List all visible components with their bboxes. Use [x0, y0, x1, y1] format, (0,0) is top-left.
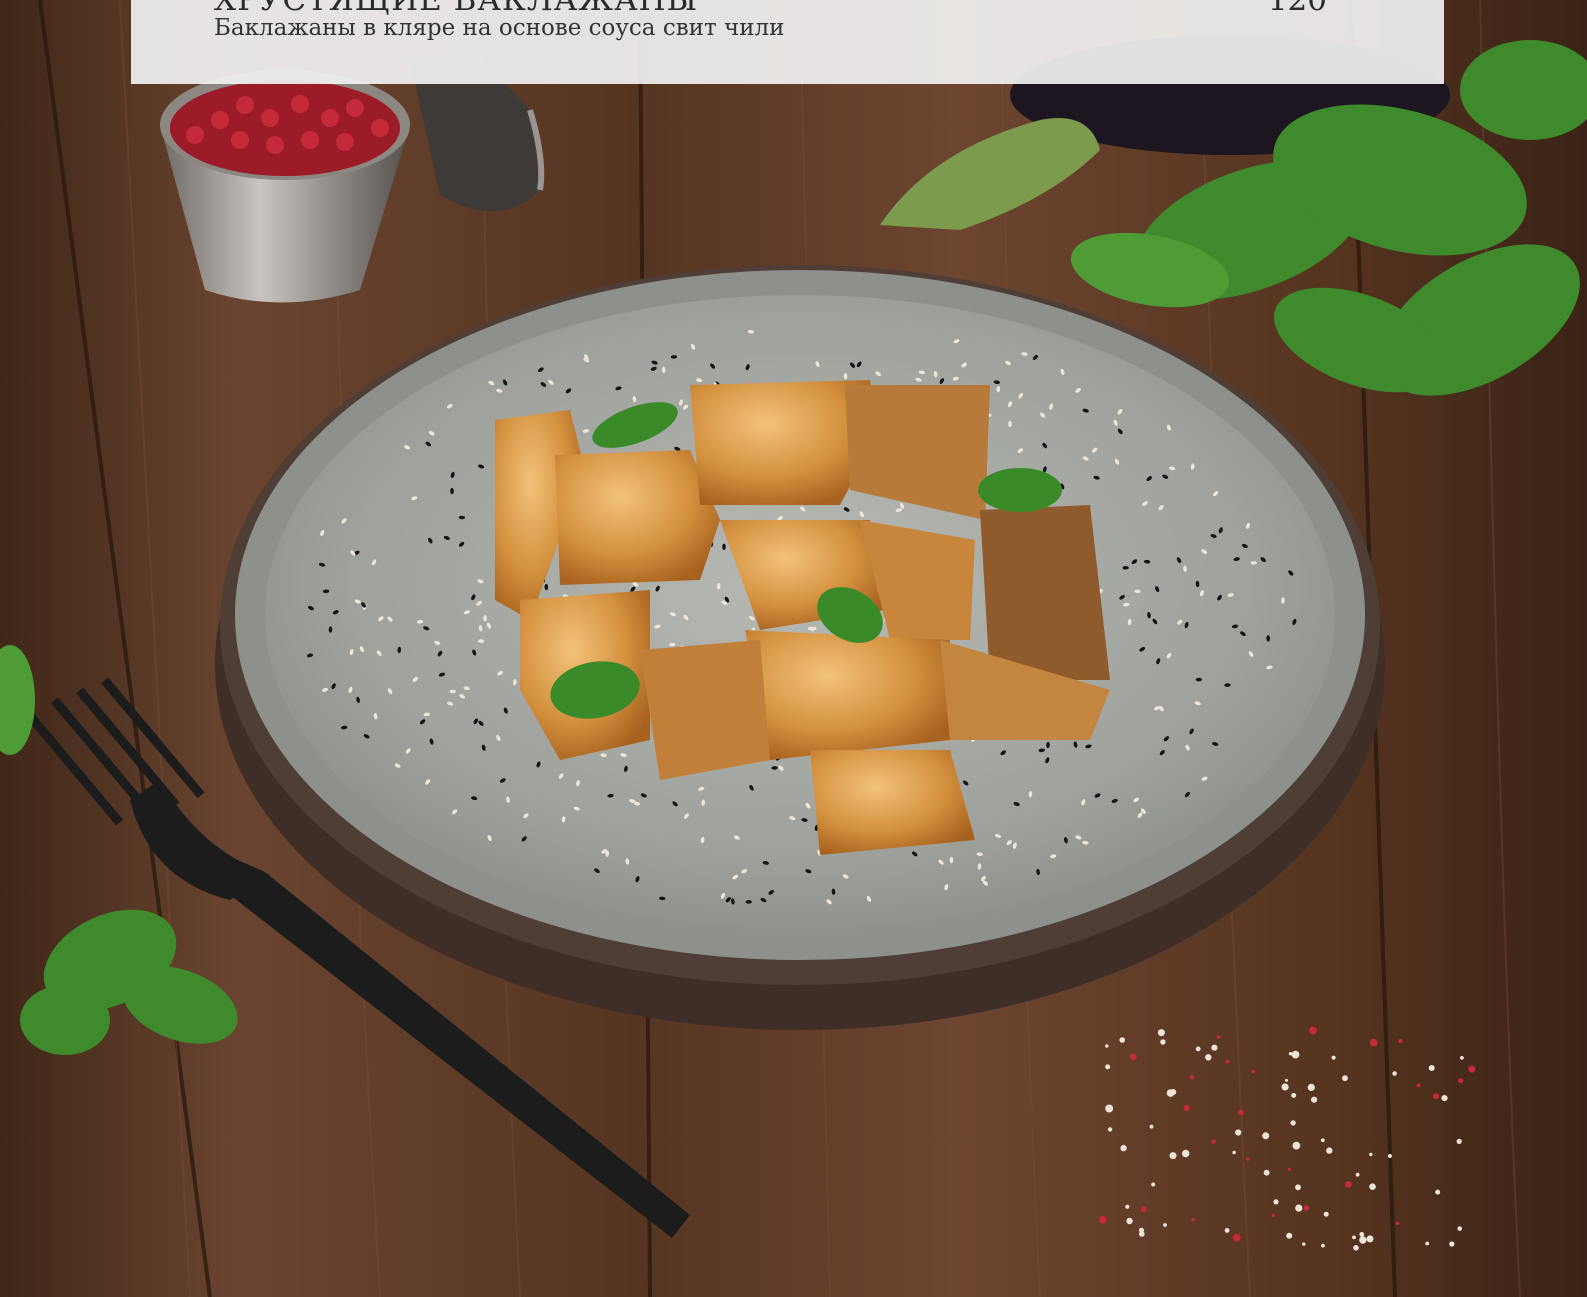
spice-grain	[1352, 1235, 1356, 1240]
spice-grain	[1288, 1052, 1293, 1056]
spice-grain	[1395, 1221, 1400, 1225]
spice-grain	[1170, 1089, 1177, 1096]
spice-grain	[1139, 1227, 1144, 1233]
spice-grain	[1457, 1226, 1462, 1231]
spice-grain	[1425, 1241, 1430, 1246]
spice-grain	[1191, 1218, 1195, 1222]
spice-grain	[1369, 1183, 1376, 1190]
spice-grain	[1291, 1050, 1300, 1059]
spice-grain	[1120, 1144, 1127, 1152]
spice-grain	[1353, 1245, 1359, 1251]
spice-grain	[1458, 1078, 1464, 1084]
spice-grain	[1326, 1147, 1333, 1154]
spice-grain	[1366, 1235, 1374, 1243]
spice-grain	[1232, 1150, 1236, 1155]
spice-grain	[1468, 1065, 1476, 1073]
spice-grain	[1281, 1083, 1289, 1091]
spice-grain	[1183, 1104, 1190, 1111]
spice-grain	[1392, 1071, 1397, 1076]
spice-grain	[1359, 1236, 1367, 1244]
spice-grain	[1303, 1205, 1310, 1211]
sesame-seed	[1250, 561, 1257, 565]
spice-grain	[1387, 1154, 1392, 1158]
spice-grain	[1163, 1223, 1167, 1227]
food-photo	[0, 0, 1587, 1297]
spice-grain	[1105, 1104, 1114, 1113]
spice-grain	[1355, 1172, 1360, 1177]
spice-grain	[1309, 1026, 1317, 1035]
spice-grain	[1211, 1139, 1216, 1144]
spice-grain	[1105, 1044, 1109, 1048]
spice-grain	[1238, 1109, 1244, 1116]
spice-grain	[1320, 1138, 1325, 1143]
spice-grain	[1433, 1093, 1440, 1100]
spice-grain	[1342, 1075, 1348, 1082]
spice-grain	[1456, 1138, 1462, 1144]
spice-grain	[1369, 1152, 1373, 1157]
spice-grain	[1246, 1157, 1250, 1161]
spice-grain	[1286, 1232, 1293, 1239]
spice-grain	[1160, 1039, 1166, 1045]
spice-grain	[1323, 1211, 1329, 1217]
spice-grain	[1205, 1054, 1212, 1061]
spice-grain	[1291, 1092, 1297, 1098]
spice-grain	[1271, 1213, 1275, 1217]
spice-grain	[1119, 1037, 1125, 1043]
spice-grain	[1211, 1044, 1218, 1051]
spice-grain	[1307, 1083, 1315, 1091]
spice-grain	[1224, 1228, 1230, 1233]
spice-grain	[1359, 1232, 1365, 1237]
spice-grain	[1321, 1243, 1325, 1248]
spice-grain	[1169, 1152, 1177, 1160]
spice-grain	[1182, 1149, 1190, 1158]
spice-grain	[1428, 1065, 1435, 1071]
dish-description: Баклажаны в кляре на основе соуса свит ч…	[214, 15, 785, 41]
dish-price: 120	[1267, 0, 1327, 18]
spice-grain	[1099, 1215, 1107, 1224]
spice-grain	[1290, 1120, 1296, 1126]
spice-grain	[1263, 1169, 1270, 1176]
spice-grain	[1195, 1046, 1201, 1052]
spice-grain	[1107, 1127, 1113, 1132]
spice-grain	[1398, 1038, 1403, 1044]
spice-grain	[1302, 1242, 1306, 1246]
spice-grain	[1441, 1095, 1448, 1102]
spice-grain	[1285, 1078, 1288, 1082]
spice-grain	[1235, 1129, 1242, 1136]
spice-grain	[1416, 1083, 1421, 1088]
menu-caption-bar: ХРУСТЯЩИЕ БАКЛАЖАНЫ Баклажаны в кляре на…	[131, 0, 1444, 84]
spice-grain	[1449, 1241, 1455, 1247]
spice-grain	[1287, 1167, 1292, 1171]
spice-grain	[1262, 1132, 1270, 1140]
spice-grain	[1140, 1206, 1147, 1213]
spice-grain	[1295, 1184, 1301, 1191]
spice-grain	[1273, 1199, 1279, 1205]
spice-grain	[1225, 1059, 1230, 1064]
spice-grain	[1311, 1096, 1318, 1103]
spice-grain	[1331, 1055, 1336, 1060]
spice-grain	[1189, 1075, 1195, 1080]
spice-grain	[1125, 1204, 1130, 1209]
spice-grain	[1292, 1141, 1301, 1150]
spice-grain	[1232, 1233, 1241, 1242]
spice-grain	[1126, 1217, 1133, 1225]
spice-grain	[1295, 1204, 1303, 1212]
sesame-seed	[722, 543, 726, 550]
spice-grain	[1151, 1182, 1156, 1187]
spice-grain	[1157, 1029, 1165, 1037]
spice-grain	[1105, 1064, 1111, 1070]
sesame-seed	[843, 373, 848, 380]
spice-grain	[1149, 1124, 1154, 1129]
spice-grain	[1435, 1189, 1441, 1195]
spice-grain	[1369, 1038, 1378, 1047]
spice-grain	[1129, 1053, 1137, 1061]
spice-grain	[1460, 1056, 1464, 1060]
spice-grain	[1251, 1069, 1256, 1074]
spice-grain	[1345, 1181, 1352, 1188]
spice-grain	[1216, 1035, 1221, 1039]
